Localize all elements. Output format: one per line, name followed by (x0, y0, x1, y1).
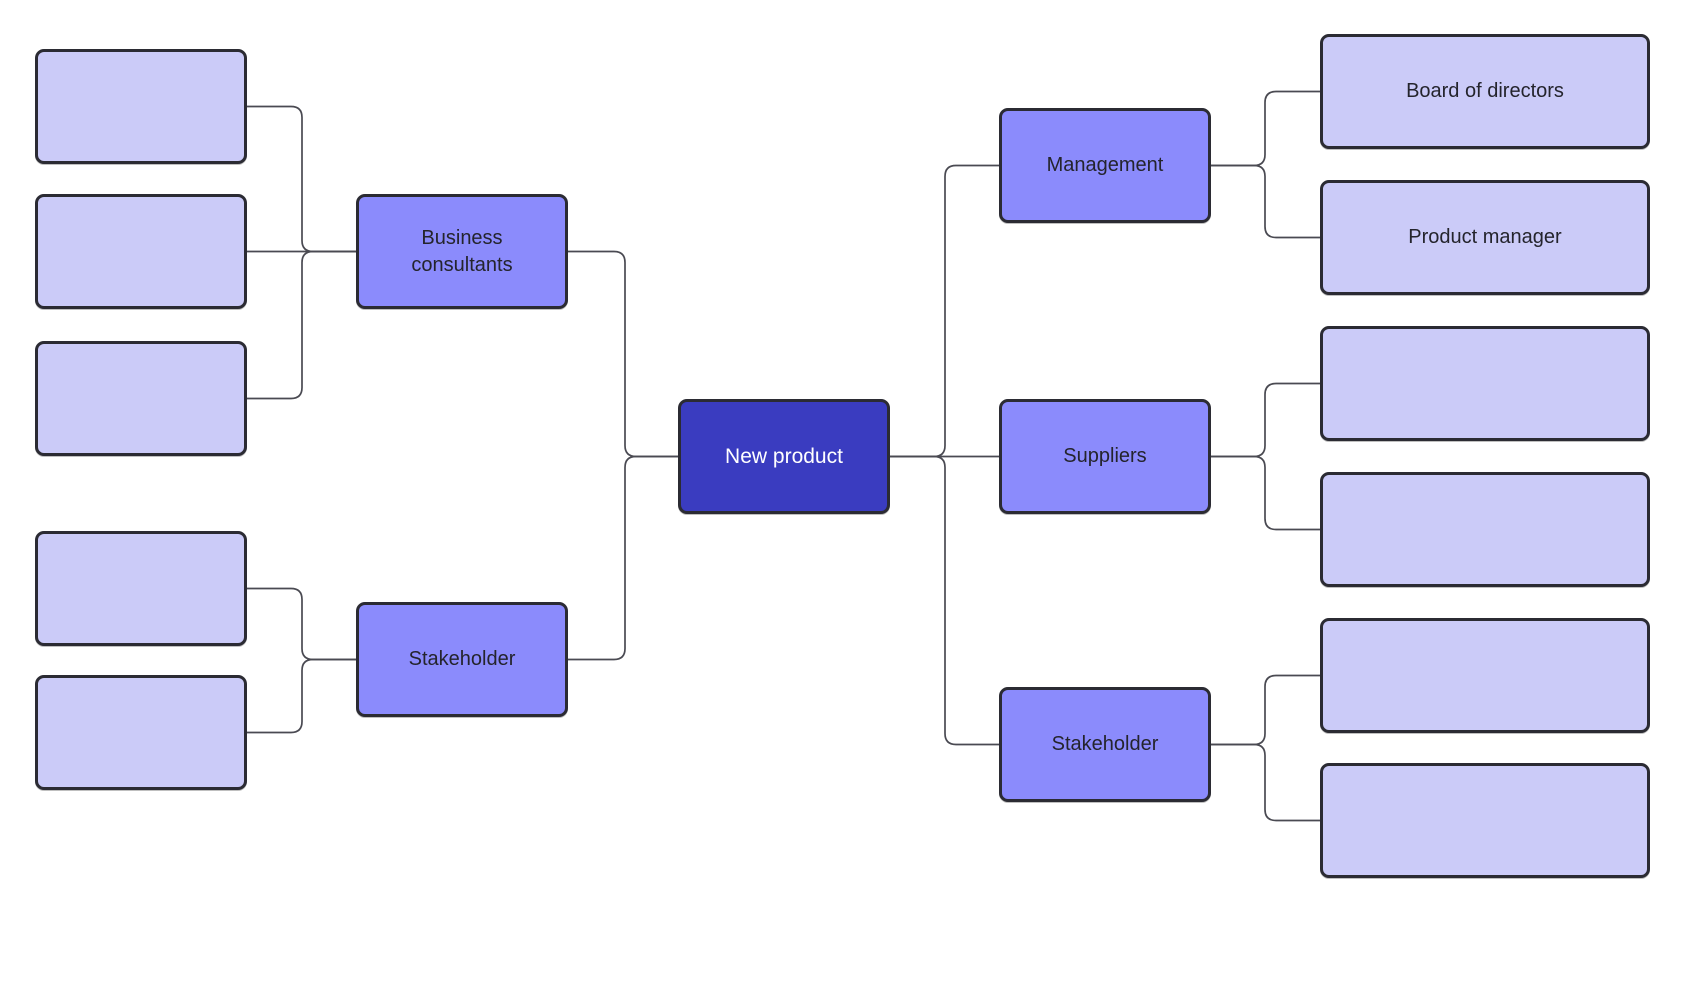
node-ls1[interactable] (35, 531, 247, 646)
connector-e-rs-2 (1210, 743, 1321, 822)
node-lstake[interactable]: Stakeholder (356, 602, 568, 717)
connector-e-sup-1 (1210, 382, 1321, 458)
node-label-root: New product (725, 444, 843, 468)
node-rstake[interactable]: Stakeholder (999, 687, 1211, 802)
node-management[interactable]: Management (999, 108, 1211, 223)
node-board[interactable]: Board of directors (1320, 34, 1650, 149)
node-label-management: Management (1046, 154, 1164, 177)
node-rs2[interactable] (1320, 763, 1650, 878)
node-bc2[interactable] (35, 194, 247, 309)
node-sup2[interactable] (1320, 472, 1650, 587)
node-root[interactable]: New product (678, 399, 890, 514)
node-label-bconsult: Business consultants (411, 227, 513, 276)
node-bc3[interactable] (35, 341, 247, 456)
node-label-suppliers: Suppliers (1063, 445, 1147, 468)
mindmap-canvas: New product Business consultants Stakehold… (0, 0, 1689, 983)
connector-e-ls-2 (246, 658, 357, 734)
connector-e-bc-3 (246, 250, 357, 400)
connector-e-rs-1 (1210, 674, 1321, 746)
node-sup1[interactable] (1320, 326, 1650, 441)
connector-e-sup-2 (1210, 455, 1321, 531)
connector-e-root-lstake (567, 455, 679, 661)
node-pmanager[interactable]: Product manager (1320, 180, 1650, 295)
node-rs1[interactable] (1320, 618, 1650, 733)
connector-e-bc-1 (246, 105, 357, 253)
node-label-board: Board of directors (1406, 80, 1564, 103)
connector-e-root-mgmt (889, 164, 1000, 458)
node-ls2[interactable] (35, 675, 247, 790)
node-label-pmanager: Product manager (1408, 226, 1562, 249)
connector-e-mgmt-pm (1210, 164, 1321, 239)
node-bconsult[interactable]: Business consultants (356, 194, 568, 309)
node-label-lstake: Stakeholder (408, 648, 516, 671)
node-suppliers[interactable]: Suppliers (999, 399, 1211, 514)
node-bc1[interactable] (35, 49, 247, 164)
node-label-rstake: Stakeholder (1051, 733, 1159, 756)
connector-e-root-bconsult (567, 250, 679, 458)
connector-e-root-rstake (889, 455, 1000, 746)
connector-e-mgmt-board (1210, 90, 1321, 167)
connector-e-ls-1 (246, 587, 357, 661)
